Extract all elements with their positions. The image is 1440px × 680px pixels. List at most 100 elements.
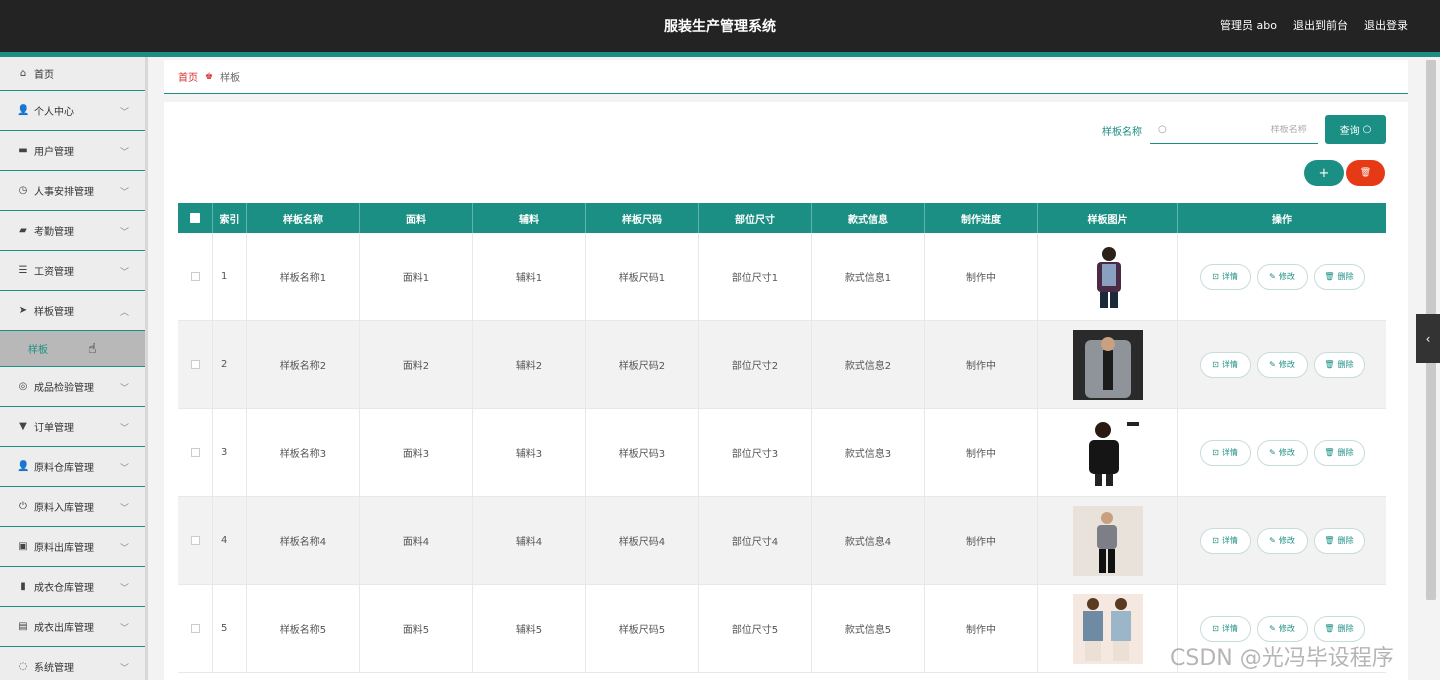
trash-icon: 🗑 xyxy=(1324,360,1335,369)
table-row: 3 样板名称3 面料3 辅料3 样板尺码3 部位尺寸3 款式信息3 制作中 ⊡ 详情 ✎ 修改 🗑 删除 xyxy=(178,409,1386,497)
query-button[interactable]: 查询 ○ xyxy=(1325,115,1386,144)
sample-image[interactable] xyxy=(1072,329,1143,400)
sidebar-item-raw-outbound[interactable]: ▣ 原料出库管理 ﹀ xyxy=(0,527,145,567)
delete-button[interactable]: 🗑 删除 xyxy=(1313,615,1365,642)
watermark: CSDN @光冯毕设程序 xyxy=(1170,646,1394,671)
chevron-down-icon: ﹀ xyxy=(119,624,129,634)
trash-icon: 🗑 xyxy=(1324,448,1335,457)
chevron-down-icon: ﹀ xyxy=(119,108,129,118)
row-name: 样板名称1 xyxy=(247,233,360,320)
detail-button[interactable]: ⊡ 详情 xyxy=(1199,263,1251,290)
sidebar-item-orders[interactable]: ▼ 订单管理 ﹀ xyxy=(0,407,145,447)
row-checkbox[interactable] xyxy=(190,536,200,545)
sample-table: 索引 样板名称 面料 辅料 样板尺码 部位尺寸 款式信息 制作进度 样板图片 操… xyxy=(178,203,1386,673)
row-index: 5 xyxy=(213,585,247,672)
sidebar-item-garment-outbound[interactable]: ▤ 成衣出库管理 ﹀ xyxy=(0,607,145,647)
row-actions: ⊡ 详情 ✎ 修改 🗑 删除 xyxy=(1178,321,1386,408)
home-icon: ⌂ xyxy=(19,68,27,79)
header-style: 款式信息 xyxy=(812,203,925,233)
sidebar-item-label: 人事安排管理 xyxy=(34,187,94,198)
edit-button[interactable]: ✎ 修改 xyxy=(1256,351,1308,378)
row-style: 款式信息3 xyxy=(812,409,925,496)
delete-button[interactable]: 🗑 删除 xyxy=(1313,439,1365,466)
row-checkbox[interactable] xyxy=(190,360,200,369)
delete-button[interactable]: 🗑 删除 xyxy=(1313,351,1365,378)
sample-image[interactable] xyxy=(1072,417,1143,488)
edit-icon: ✎ xyxy=(1269,448,1276,457)
side-panel-toggle[interactable]: ‹ xyxy=(1416,314,1440,363)
row-size: 样板尺码2 xyxy=(586,321,699,408)
chevron-up-icon: ︿ xyxy=(119,308,129,318)
row-style: 款式信息2 xyxy=(812,321,925,408)
detail-button[interactable]: ⊡ 详情 xyxy=(1199,439,1251,466)
row-name: 样板名称5 xyxy=(247,585,360,672)
edit-icon: ✎ xyxy=(1269,360,1276,369)
trash-icon: 🗑 xyxy=(1324,536,1335,545)
detail-button[interactable]: ⊡ 详情 xyxy=(1199,615,1251,642)
breadcrumb-home[interactable]: 首页 xyxy=(178,69,198,84)
sidebar-item-label: 原料仓库管理 xyxy=(34,463,94,474)
row-size: 样板尺码3 xyxy=(586,409,699,496)
edit-button[interactable]: ✎ 修改 xyxy=(1256,439,1308,466)
header-name: 样板名称 xyxy=(247,203,360,233)
row-size: 样板尺码1 xyxy=(586,233,699,320)
add-button[interactable]: + xyxy=(1304,160,1344,186)
delete-button[interactable]: 🗑 删除 xyxy=(1313,527,1365,554)
select-all-checkbox[interactable] xyxy=(190,213,200,223)
detail-button[interactable]: ⊡ 详情 xyxy=(1199,351,1251,378)
current-user-link[interactable]: 管理员 abo xyxy=(1220,17,1277,33)
row-fabric: 面料2 xyxy=(360,321,473,408)
header-progress: 制作进度 xyxy=(925,203,1038,233)
sidebar-item-salary[interactable]: ☰ 工资管理 ﹀ xyxy=(0,251,145,291)
sidebar-item-raw-inbound[interactable]: ⏻ 原料入库管理 ﹀ xyxy=(0,487,145,527)
row-index: 3 xyxy=(213,409,247,496)
chat-icon: ▰ xyxy=(19,225,27,236)
sample-image[interactable] xyxy=(1072,505,1143,576)
table-header: 索引 样板名称 面料 辅料 样板尺码 部位尺寸 款式信息 制作进度 样板图片 操… xyxy=(178,203,1386,233)
delete-button-label: 删除 xyxy=(1337,448,1354,457)
sidebar-item-hr-schedule[interactable]: ◷ 人事安排管理 ﹀ xyxy=(0,171,145,211)
row-progress: 制作中 xyxy=(925,409,1038,496)
logout-link[interactable]: 退出登录 xyxy=(1364,17,1408,33)
sidebar-item-user-management[interactable]: ▬ 用户管理 ﹀ xyxy=(0,131,145,171)
chevron-down-icon: ﹀ xyxy=(119,664,129,674)
row-checkbox[interactable] xyxy=(190,624,200,633)
row-checkbox[interactable] xyxy=(190,448,200,457)
search-input[interactable] xyxy=(1166,124,1307,135)
delete-button[interactable]: 🗑 删除 xyxy=(1313,263,1365,290)
edit-button[interactable]: ✎ 修改 xyxy=(1256,615,1308,642)
delete-selected-button[interactable]: 🗑 xyxy=(1346,160,1385,186)
trash-icon: 🗑 xyxy=(1324,624,1335,633)
sidebar-item-label: 订单管理 xyxy=(34,423,74,434)
sidebar-item-system[interactable]: ◌ 系统管理 ﹀ xyxy=(0,647,145,680)
header-index: 索引 xyxy=(213,203,247,233)
detail-button[interactable]: ⊡ 详情 xyxy=(1199,527,1251,554)
edit-button-label: 修改 xyxy=(1278,536,1295,545)
header-accessory: 辅料 xyxy=(473,203,586,233)
clock-icon: ◷ xyxy=(18,185,28,196)
sidebar-item-attendance[interactable]: ▰ 考勤管理 ﹀ xyxy=(0,211,145,251)
edit-button[interactable]: ✎ 修改 xyxy=(1256,527,1308,554)
edit-button[interactable]: ✎ 修改 xyxy=(1256,263,1308,290)
row-checkbox[interactable] xyxy=(190,272,200,281)
chevron-down-icon: ﹀ xyxy=(119,584,129,594)
sidebar-item-personal-center[interactable]: 👤 个人中心 ﹀ xyxy=(0,91,145,131)
header-actions: 操作 xyxy=(1272,214,1292,226)
row-progress: 制作中 xyxy=(925,321,1038,408)
sample-image[interactable] xyxy=(1072,241,1143,312)
row-progress: 制作中 xyxy=(925,233,1038,320)
sidebar-item-raw-warehouse[interactable]: 👤 原料仓库管理 ﹀ xyxy=(0,447,145,487)
sidebar-item-home[interactable]: ⌂ 首页 xyxy=(0,57,145,91)
sidebar-item-label: 成衣出库管理 xyxy=(34,623,94,634)
sidebar-subitem-sample[interactable]: 样板 ☝ xyxy=(0,331,145,367)
sidebar-item-inspection[interactable]: ◎ 成品检验管理 ﹀ xyxy=(0,367,145,407)
sidebar-item-label: 成品检验管理 xyxy=(34,383,94,394)
exit-to-front-link[interactable]: 退出到前台 xyxy=(1293,17,1348,33)
power-icon: ⏻ xyxy=(19,501,27,512)
chevron-down-icon: ﹀ xyxy=(119,424,129,434)
sample-image[interactable] xyxy=(1072,593,1143,664)
sidebar-subitem-label: 样板 xyxy=(28,345,48,356)
delete-button-label: 删除 xyxy=(1337,360,1354,369)
sidebar-item-garment-warehouse[interactable]: ▮ 成衣仓库管理 ﹀ xyxy=(0,567,145,607)
sidebar-item-sample-management[interactable]: ➤ 样板管理 ︿ xyxy=(0,291,145,331)
